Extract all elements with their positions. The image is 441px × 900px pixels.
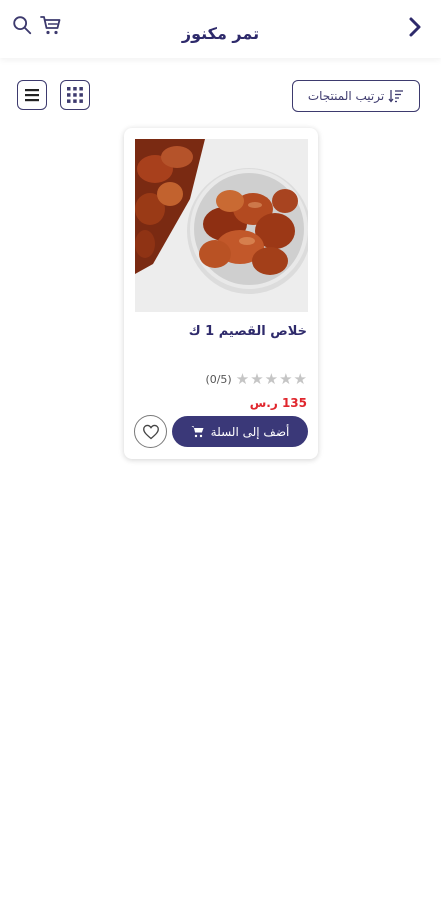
cart-icon (191, 426, 204, 438)
wishlist-button[interactable] (134, 415, 167, 448)
product-rating: (0/5) ★ ★ ★ ★ ★ (205, 372, 307, 387)
star-icon: ★ (250, 370, 264, 388)
grid-view-button[interactable] (60, 80, 90, 110)
list-view-icon (25, 89, 39, 102)
sort-label: ترتيب المنتجات (307, 89, 385, 103)
star-icon: ★ (264, 370, 279, 388)
list-view-button[interactable] (17, 80, 47, 110)
product-card[interactable]: خلاص القصيم 1 ك (0/5) ★ ★ ★ ★ ★ 135 ر.س … (124, 128, 318, 459)
product-image[interactable] (135, 139, 308, 312)
star-icon: ★ (235, 370, 250, 388)
heart-icon (142, 424, 159, 439)
dates-photo (135, 139, 308, 312)
grid-view-icon (67, 87, 83, 103)
sort-products-button[interactable]: ترتيب المنتجات (292, 80, 420, 112)
add-to-cart-label: أضف إلى السلة (210, 424, 290, 439)
star-icon: ★ (279, 370, 293, 388)
sort-icon (388, 90, 404, 103)
chevron-right-icon (409, 17, 421, 37)
star-icon: ★ (293, 370, 307, 388)
page-title: تمر مكنوز (181, 24, 260, 43)
top-app-bar: تمر مكنوز (0, 0, 441, 58)
product-name[interactable]: خلاص القصيم 1 ك (137, 324, 307, 339)
product-price: 135 ر.س (249, 396, 307, 410)
rating-count: (0/5) (205, 373, 232, 386)
back-button[interactable] (402, 12, 428, 42)
add-to-cart-button[interactable]: أضف إلى السلة (172, 416, 308, 447)
